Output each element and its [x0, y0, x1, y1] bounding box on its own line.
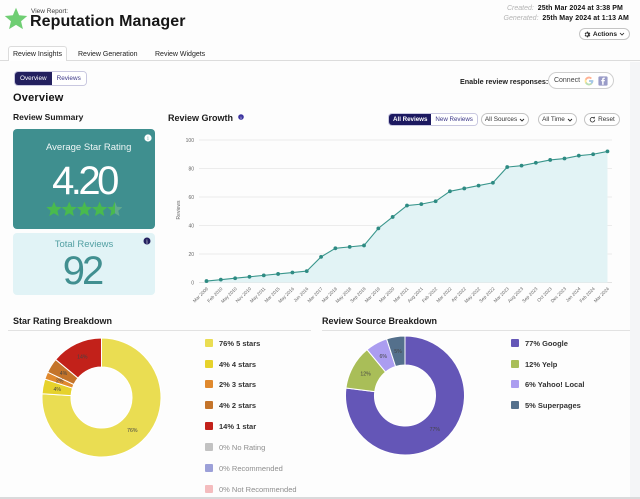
svg-text:4%: 4% — [54, 387, 62, 393]
svg-text:76%: 76% — [127, 428, 138, 434]
svg-text:5%: 5% — [394, 349, 402, 355]
svg-text:80: 80 — [188, 166, 194, 172]
svg-text:20: 20 — [188, 252, 194, 258]
svg-text:Reviews: Reviews — [176, 200, 182, 219]
svg-text:77%: 77% — [430, 427, 441, 433]
svg-text:14%: 14% — [77, 355, 88, 361]
svg-text:12%: 12% — [360, 372, 371, 378]
svg-text:0: 0 — [191, 280, 194, 286]
svg-text:100: 100 — [186, 138, 195, 144]
svg-text:2%: 2% — [56, 379, 64, 385]
svg-text:May 2016: May 2016 — [277, 286, 295, 304]
svg-text:Sep 2023: Sep 2023 — [521, 286, 539, 304]
svg-text:i: i — [146, 238, 148, 245]
svg-text:60: 60 — [188, 195, 194, 201]
svg-text:6%: 6% — [380, 354, 388, 360]
svg-text:40: 40 — [188, 223, 194, 229]
svg-text:Mar 2024: Mar 2024 — [593, 286, 611, 304]
svg-text:4%: 4% — [60, 371, 68, 377]
